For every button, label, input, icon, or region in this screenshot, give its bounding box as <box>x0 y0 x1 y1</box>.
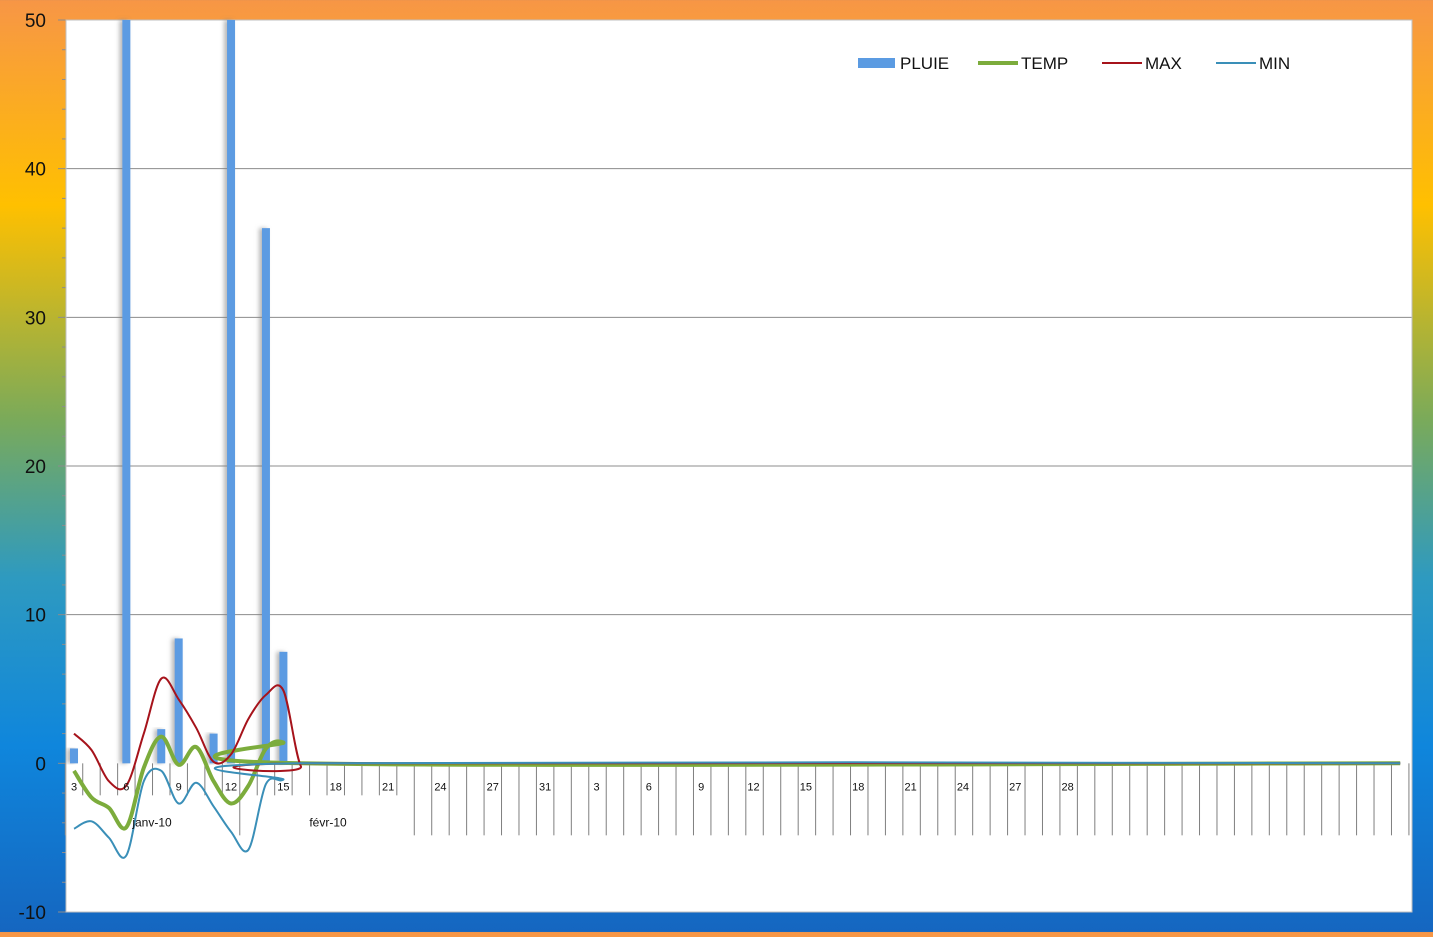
pluie-bar <box>279 651 288 764</box>
x-tick-label: 9 <box>176 781 182 793</box>
pluie-bar <box>122 20 131 764</box>
y-tick-label: 10 <box>25 606 46 627</box>
x-tick-label: 28 <box>1062 781 1074 793</box>
legend-label-min: MIN <box>1259 54 1290 73</box>
x-tick-label: 6 <box>123 781 129 793</box>
x-group-label: janv-10 <box>131 815 172 829</box>
y-tick-label: 40 <box>25 160 46 181</box>
x-tick-label: 3 <box>593 781 599 793</box>
pluie-bar <box>261 228 270 764</box>
y-tick-label: 30 <box>25 308 46 329</box>
x-tick-label: 15 <box>800 781 812 793</box>
y-tick-label: -10 <box>19 903 46 924</box>
y-tick-label: 20 <box>25 457 46 478</box>
x-tick-label: 27 <box>487 781 499 793</box>
x-tick-label: 21 <box>904 781 916 793</box>
x-tick-label: 21 <box>382 781 394 793</box>
x-tick-label: 12 <box>225 781 237 793</box>
x-tick-label: 24 <box>434 781 446 793</box>
legend-swatch-pluie <box>858 58 895 68</box>
y-tick-label: 50 <box>25 11 46 32</box>
pluie-bar <box>227 20 236 764</box>
pluie-bar <box>70 748 78 764</box>
chart-container: 50 40 30 20 10 0 -10 3 6 9 12 15 18 21 24 27 31 3 6 9 12 15 18… <box>0 0 1433 932</box>
legend-label-temp: TEMP <box>1021 54 1068 73</box>
legend-label-pluie: PLUIE <box>900 54 949 73</box>
x-tick-label: 15 <box>277 781 289 793</box>
combo-chart: 50 40 30 20 10 0 -10 3 6 9 12 15 18 21 24 27 31 3 6 9 12 15 18… <box>19 11 1413 924</box>
x-tick-label: 18 <box>852 781 864 793</box>
x-tick-label: 24 <box>957 781 969 793</box>
x-tick-label: 3 <box>71 781 77 793</box>
x-tick-label: 9 <box>698 781 704 793</box>
x-tick-label: 31 <box>539 781 551 793</box>
legend-label-max: MAX <box>1145 54 1182 73</box>
x-tick-label: 6 <box>646 781 652 793</box>
x-group-label: févr-10 <box>309 815 347 829</box>
x-tick-label: 12 <box>747 781 759 793</box>
x-tick-label: 27 <box>1009 781 1021 793</box>
x-tick-label: 18 <box>330 781 342 793</box>
pluie-bar <box>157 729 166 764</box>
y-tick-label: 0 <box>35 754 46 775</box>
